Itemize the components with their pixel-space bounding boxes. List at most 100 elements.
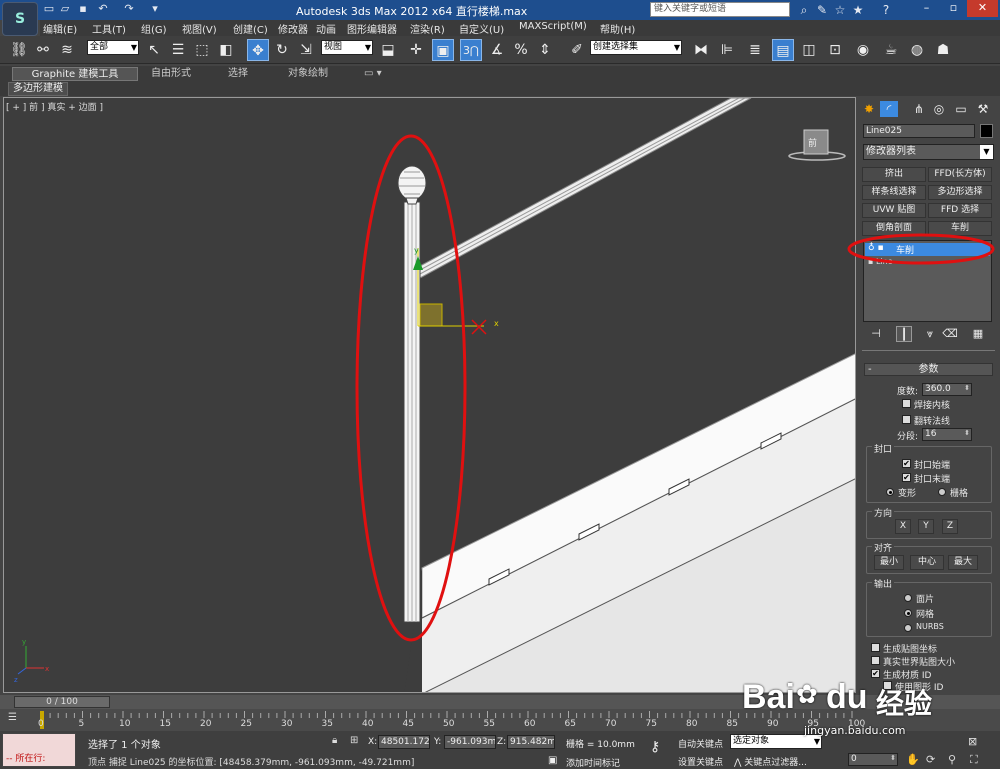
material-editor-icon[interactable]: ◉ bbox=[852, 39, 874, 61]
x-coord-field[interactable]: 48501.172 bbox=[378, 735, 430, 749]
rectangular-selection-icon[interactable]: ⬚ bbox=[191, 39, 213, 61]
time-slider[interactable]: 0 / 100 bbox=[14, 696, 110, 708]
motion-tab-icon[interactable]: ◎ bbox=[930, 101, 948, 117]
configure-sets-icon[interactable]: ▦ bbox=[970, 326, 986, 342]
select-move-icon[interactable]: ✥ bbox=[247, 39, 269, 61]
reference-coordinate-dropdown[interactable]: 视图 ▼ bbox=[321, 40, 373, 55]
direction-x-button[interactable]: X bbox=[895, 519, 911, 534]
set-key-button[interactable]: 设置关键点 bbox=[678, 755, 723, 768]
select-scale-icon[interactable]: ⇲ bbox=[295, 39, 317, 61]
align-min-button[interactable]: 最小 bbox=[874, 555, 904, 570]
percent-snap-icon[interactable]: % bbox=[510, 39, 532, 61]
binoculars-icon[interactable]: ⌕ bbox=[796, 3, 812, 17]
orbit-icon[interactable]: ⟳ bbox=[926, 753, 935, 766]
z-coord-field[interactable]: 915.482mr bbox=[507, 735, 555, 749]
track-bar-menu-icon[interactable]: ☰ bbox=[8, 712, 17, 723]
tools-icon[interactable]: ✎ bbox=[814, 3, 830, 17]
help-icon[interactable]: ? bbox=[878, 3, 894, 17]
save-icon[interactable]: ▪ bbox=[76, 2, 90, 16]
object-name-field[interactable]: Line025 bbox=[863, 124, 975, 138]
select-by-name-icon[interactable]: ☰ bbox=[167, 39, 189, 61]
weld-core-checkbox[interactable] bbox=[902, 399, 911, 408]
display-tab-icon[interactable]: ▭ bbox=[952, 101, 970, 117]
dropdown-icon[interactable]: ▾ bbox=[148, 2, 162, 16]
menu-create[interactable]: 创建(C) bbox=[233, 21, 268, 36]
make-unique-icon[interactable]: ⩔ bbox=[922, 326, 938, 342]
absolute-mode-icon[interactable]: ⊞ bbox=[350, 735, 358, 746]
spline-select-button[interactable]: 样条线选择 bbox=[862, 185, 926, 200]
mirror-icon[interactable]: ⧓ bbox=[690, 39, 712, 61]
real-world-checkbox[interactable] bbox=[871, 656, 880, 665]
menu-modifiers[interactable]: 修改器 bbox=[278, 21, 308, 36]
render-setup-icon[interactable]: ☕ bbox=[880, 39, 902, 61]
menu-rendering[interactable]: 渲染(R) bbox=[410, 21, 445, 36]
star-icon[interactable]: ☆ bbox=[832, 3, 848, 17]
menu-tools[interactable]: 工具(T) bbox=[92, 21, 126, 36]
tab-freeform[interactable]: 自由形式 bbox=[151, 67, 191, 81]
select-rotate-icon[interactable]: ↻ bbox=[271, 39, 293, 61]
undo-icon[interactable]: ↶ bbox=[96, 2, 110, 16]
add-time-tag[interactable]: 添加时间标记 bbox=[566, 756, 620, 769]
remove-modifier-icon[interactable]: ⌫ bbox=[942, 326, 958, 342]
edit-named-selection-icon[interactable]: ✐ bbox=[566, 39, 588, 61]
ffd-box-button[interactable]: FFD(长方体) bbox=[928, 167, 992, 182]
create-tab-icon[interactable]: ✸ bbox=[860, 101, 878, 117]
gen-mapping-checkbox[interactable] bbox=[871, 643, 880, 652]
manipulate-icon[interactable]: ✛ bbox=[405, 39, 427, 61]
morph-radio[interactable] bbox=[886, 488, 894, 496]
align-icon[interactable]: ⊫ bbox=[716, 39, 738, 61]
window-crossing-icon[interactable]: ◧ bbox=[215, 39, 237, 61]
graphite-toggle-icon[interactable]: ▤ bbox=[772, 39, 794, 61]
auto-key-button[interactable]: 自动关键点 bbox=[678, 737, 723, 750]
redo-icon[interactable]: ↷ bbox=[122, 2, 136, 16]
cap-start-checkbox[interactable]: ✔ bbox=[902, 459, 911, 468]
layer-manager-icon[interactable]: ≣ bbox=[744, 39, 766, 61]
nurbs-radio[interactable] bbox=[904, 624, 912, 632]
curve-editor-icon[interactable]: ◫ bbox=[798, 39, 820, 61]
align-max-button[interactable]: 最大 bbox=[948, 555, 978, 570]
patch-radio[interactable] bbox=[904, 594, 912, 602]
tab-graphite-modeling[interactable]: Graphite 建模工具 bbox=[12, 67, 138, 81]
open-icon[interactable]: ▱ bbox=[58, 2, 72, 16]
close-button[interactable]: ✕ bbox=[967, 0, 998, 17]
show-end-result-icon[interactable]: ┃ bbox=[896, 326, 912, 342]
modifier-list-dropdown[interactable]: 修改器列表 ▼ bbox=[863, 144, 994, 160]
cap-end-checkbox[interactable]: ✔ bbox=[902, 473, 911, 482]
maximize-button[interactable]: ▫ bbox=[940, 0, 967, 17]
parameters-rollout-header[interactable]: - 参数 bbox=[864, 363, 993, 376]
tab-object-paint[interactable]: 对象绘制 bbox=[288, 67, 328, 81]
render-production-icon[interactable]: ☗ bbox=[932, 39, 954, 61]
select-object-icon[interactable]: ↖ bbox=[143, 39, 165, 61]
flip-normals-checkbox[interactable] bbox=[902, 415, 911, 424]
segments-spinner[interactable]: 16 ⬍ bbox=[922, 428, 972, 441]
minimize-button[interactable]: – bbox=[913, 0, 940, 17]
menu-animation[interactable]: 动画 bbox=[316, 21, 336, 36]
snap-toggle-icon[interactable]: 3⋂ bbox=[460, 39, 482, 61]
lock-selection-icon[interactable]: 🔒︎ bbox=[332, 735, 337, 746]
mesh-radio[interactable] bbox=[904, 609, 912, 617]
bind-space-warp-icon[interactable]: ≋ bbox=[56, 39, 78, 61]
menu-group[interactable]: 组(G) bbox=[141, 21, 167, 36]
pan-icon[interactable]: ✋ bbox=[906, 753, 920, 766]
zoom-icon[interactable]: ⚲ bbox=[948, 753, 956, 766]
menu-customize[interactable]: 自定义(U) bbox=[459, 21, 504, 36]
menu-edit[interactable]: 编辑(E) bbox=[43, 21, 77, 36]
gen-mat-ids-checkbox[interactable]: ✔ bbox=[871, 669, 880, 678]
pivot-center-icon[interactable]: ⬓ bbox=[377, 39, 399, 61]
key-filters-button[interactable]: ⋀ 关键点过滤器... bbox=[734, 755, 807, 768]
angle-snap-icon[interactable]: ∡ bbox=[486, 39, 508, 61]
menu-graph-editors[interactable]: 图形编辑器 bbox=[347, 21, 397, 36]
spinner-snap-icon[interactable]: ⇕ bbox=[534, 39, 556, 61]
unlink-icon[interactable]: ⚯ bbox=[32, 39, 54, 61]
favorites-icon[interactable]: ★ bbox=[850, 3, 866, 17]
new-file-icon[interactable]: ▭ bbox=[42, 2, 56, 16]
y-coord-field[interactable]: -961.093m bbox=[444, 735, 496, 749]
menu-help[interactable]: 帮助(H) bbox=[600, 21, 635, 36]
modify-tab-icon[interactable]: ◜ bbox=[880, 101, 898, 117]
named-selection-dropdown[interactable]: 创建选择集 ▼ bbox=[590, 40, 682, 55]
zoom-extents-icon[interactable]: ⊠ bbox=[968, 735, 977, 748]
ribbon-options-icon[interactable]: ▭ ▾ bbox=[364, 67, 382, 81]
current-frame-spinner[interactable]: 0 ⬍ bbox=[848, 753, 898, 766]
extrude-button[interactable]: 挤出 bbox=[862, 167, 926, 182]
schematic-view-icon[interactable]: ⊡ bbox=[824, 39, 846, 61]
